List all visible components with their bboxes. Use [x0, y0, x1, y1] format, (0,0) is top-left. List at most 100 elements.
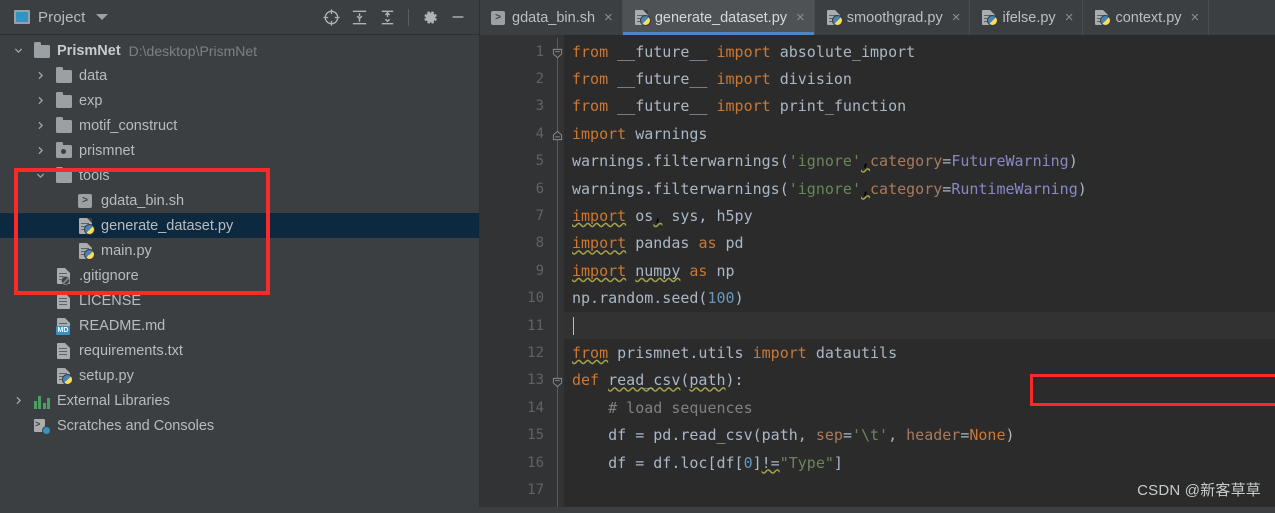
code-line[interactable]: from __future__ import print_function: [564, 93, 1275, 120]
tree-item-label: External Libraries: [57, 392, 170, 409]
code-token: ,: [653, 207, 663, 226]
chevron-right-icon[interactable]: [32, 145, 48, 156]
code-line[interactable]: def read_csv(path):: [564, 367, 1275, 394]
text-file-icon: [56, 292, 73, 309]
code-token: import: [716, 70, 771, 89]
editor-tabbar[interactable]: > gdata_bin.sh × generate_dataset.py × smooth…: [480, 0, 1275, 35]
code-line[interactable]: np.random.seed(100): [564, 285, 1275, 312]
code-token: import: [716, 42, 771, 61]
close-icon[interactable]: ×: [952, 10, 961, 25]
chevron-right-icon[interactable]: [10, 395, 26, 406]
editor-tab-smoothgrad-py[interactable]: smoothgrad.py ×: [814, 0, 971, 35]
editor-text-area[interactable]: from __future__ import absolute_import fr…: [564, 35, 1275, 513]
tree-item-label: main.py: [101, 242, 152, 259]
minimize-icon[interactable]: [445, 4, 471, 30]
tree-root-row[interactable]: PrismNet D:\desktop\PrismNet: [0, 38, 479, 63]
editor-tab-generate-dataset-py[interactable]: generate_dataset.py ×: [622, 0, 815, 35]
code-line[interactable]: warnings.filterwarnings('ignore', categor…: [564, 148, 1275, 175]
editor-fold-bar[interactable]: [552, 35, 564, 513]
code-line[interactable]: df = df.loc[df[0] != "Type"]: [564, 449, 1275, 476]
tree-item-license[interactable]: LICENSE: [0, 288, 479, 313]
tree-root-label: PrismNet: [57, 42, 121, 59]
ide-window: Project PrismNet D:\desktop\PrismNet dat…: [0, 0, 1275, 513]
expand-all-icon[interactable]: [346, 4, 372, 30]
code-fold-marker[interactable]: [552, 128, 563, 141]
tree-item-data[interactable]: data: [0, 63, 479, 88]
code-token: ): [1077, 179, 1087, 198]
code-token: def: [572, 371, 600, 390]
code-line[interactable]: from prismnet.utils import datautils: [564, 339, 1275, 366]
close-icon[interactable]: ×: [604, 10, 613, 25]
code-line[interactable]: df = pd.read_csv(path, sep = '\t', header =…: [564, 421, 1275, 448]
code-line[interactable]: import os, sys, h5py: [564, 202, 1275, 229]
code-token: __future__: [608, 97, 717, 116]
chevron-right-icon[interactable]: [32, 120, 48, 131]
tree-item-requirements-txt[interactable]: requirements.txt: [0, 338, 479, 363]
tree-item-motif-construct[interactable]: motif_construct: [0, 113, 479, 138]
folder-icon: [56, 116, 73, 134]
project-tree[interactable]: PrismNet D:\desktop\PrismNet data exp moti…: [0, 35, 479, 513]
line-number: 17: [527, 481, 544, 498]
chevron-right-icon[interactable]: [32, 95, 48, 106]
tree-item-exp[interactable]: exp: [0, 88, 479, 113]
code-token: np.random.seed(: [572, 289, 708, 308]
editor-tab-ifelse-py[interactable]: ifelse.py ×: [970, 0, 1084, 35]
code-token: (: [680, 371, 690, 390]
code-line[interactable]: import numpy as np: [564, 257, 1275, 284]
tree-item-gdata-bin-sh[interactable]: > gdata_bin.sh: [0, 188, 479, 213]
line-number: 11: [527, 317, 544, 334]
close-icon[interactable]: ×: [1065, 10, 1074, 25]
chevron-down-icon[interactable]: [32, 170, 48, 181]
code-line[interactable]: import warnings: [564, 120, 1275, 147]
code-line[interactable]: warnings.filterwarnings('ignore', categor…: [564, 175, 1275, 202]
close-icon[interactable]: ×: [1191, 10, 1200, 25]
line-number: 3: [535, 98, 544, 115]
editor-tab-label: gdata_bin.sh: [512, 9, 596, 26]
code-line[interactable]: import pandas as pd: [564, 230, 1275, 257]
tree-item-prismnet[interactable]: prismnet: [0, 138, 479, 163]
code-token: category: [870, 179, 943, 198]
editor-tab-gdata-bin-sh[interactable]: > gdata_bin.sh ×: [480, 0, 623, 35]
code-token: # load sequences: [572, 398, 753, 417]
tree-item-label: data: [79, 67, 108, 84]
settings-gear-icon[interactable]: [417, 4, 443, 30]
locate-icon[interactable]: [318, 4, 344, 30]
chevron-right-icon[interactable]: [32, 70, 48, 81]
tree-item--gitignore[interactable]: .gitignore: [0, 263, 479, 288]
code-editor[interactable]: 1 2 3 4 5 6 7 8 9 10 11 12 13 14 15 16 17 from __future_…: [480, 35, 1275, 513]
tree-item-main-py[interactable]: main.py: [0, 238, 479, 263]
code-line[interactable]: # load sequences: [564, 394, 1275, 421]
code-fold-marker[interactable]: [552, 375, 563, 388]
chevron-down-icon[interactable]: [96, 14, 109, 20]
chevron-down-icon[interactable]: [10, 45, 26, 56]
editor-tab-context-py[interactable]: context.py ×: [1083, 0, 1210, 35]
tree-item-external-libraries[interactable]: External Libraries: [0, 388, 479, 413]
code-fold-marker[interactable]: [552, 46, 563, 59]
markdown-file-icon: MD: [56, 317, 73, 335]
code-token: import: [572, 207, 627, 226]
line-number: 9: [535, 262, 544, 279]
tree-item-readme-md[interactable]: MD README.md: [0, 313, 479, 338]
code-token: =: [942, 152, 952, 171]
code-token: import: [716, 97, 771, 116]
code-line[interactable]: from __future__ import division: [564, 65, 1275, 92]
code-token: division: [770, 70, 852, 89]
tree-item-tools[interactable]: tools: [0, 163, 479, 188]
tree-item-label: setup.py: [79, 367, 134, 384]
collapse-all-icon[interactable]: [374, 4, 400, 30]
close-icon[interactable]: ×: [796, 10, 805, 25]
code-token: as: [689, 261, 708, 280]
tree-item-generate-dataset-py[interactable]: generate_dataset.py: [0, 213, 479, 238]
code-token: ]: [833, 453, 843, 472]
code-line[interactable]: [564, 311, 1275, 340]
line-number: 1: [535, 43, 544, 60]
code-line[interactable]: from __future__ import absolute_import: [564, 38, 1275, 65]
code-token: __future__: [608, 70, 717, 89]
code-token: sep: [815, 426, 843, 445]
code-token: numpy: [635, 261, 681, 280]
line-number: 2: [535, 71, 544, 88]
code-token: category: [870, 152, 943, 171]
tree-item-setup-py[interactable]: setup.py: [0, 363, 479, 388]
tree-item-scratches-and-consoles[interactable]: Scratches and Consoles: [0, 413, 479, 438]
